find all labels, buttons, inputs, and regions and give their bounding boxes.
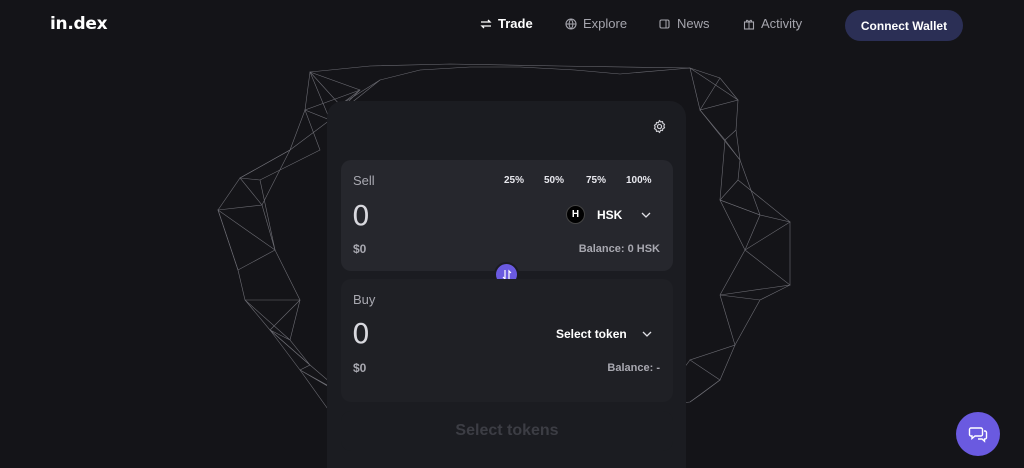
nav-activity[interactable]: Activity <box>743 16 802 31</box>
buy-usd-value: $0 <box>353 361 367 375</box>
globe-icon <box>565 17 577 30</box>
nav-news[interactable]: News <box>659 16 710 31</box>
chat-bubbles-icon <box>968 427 988 443</box>
percent-25-button[interactable]: 25% <box>504 175 524 186</box>
sell-amount-input[interactable] <box>352 199 472 232</box>
connect-wallet-button[interactable]: Connect Wallet <box>845 10 963 41</box>
nav-trade-label: Trade <box>498 16 533 31</box>
sell-usd-value: $0 <box>353 242 367 256</box>
nav-trade[interactable]: Trade <box>480 16 533 31</box>
gift-icon <box>743 19 755 30</box>
buy-amount-input[interactable] <box>352 317 472 350</box>
chevron-down-icon <box>642 331 652 337</box>
percent-50-button[interactable]: 50% <box>544 175 564 186</box>
top-navbar: in.dex Trade Explore News Activity Conne… <box>0 0 1024 50</box>
sell-token-selector[interactable]: H HSK <box>566 205 652 224</box>
nav-explore[interactable]: Explore <box>565 16 627 31</box>
hsk-token-icon: H <box>566 205 585 224</box>
sell-balance: Balance: 0 HSK <box>578 243 660 255</box>
percent-75-button[interactable]: 75% <box>586 175 606 186</box>
buy-token-selector[interactable]: Select token <box>556 327 653 341</box>
buy-label: Buy <box>353 292 376 307</box>
chevron-down-icon <box>641 212 651 218</box>
sell-label: Sell <box>353 173 375 188</box>
nav-news-label: News <box>677 16 710 31</box>
nav-explore-label: Explore <box>583 16 628 31</box>
swap-arrows-icon <box>480 19 492 28</box>
select-token-label: Select token <box>556 327 627 341</box>
brand-logo[interactable]: in.dex <box>50 14 108 34</box>
news-icon <box>659 18 670 29</box>
select-tokens-button[interactable]: Select tokens <box>341 411 673 451</box>
chat-support-button[interactable] <box>956 412 1000 456</box>
sell-token-symbol: HSK <box>597 207 623 222</box>
buy-balance: Balance: - <box>607 362 660 374</box>
percent-100-button[interactable]: 100% <box>626 175 652 186</box>
settings-gear-icon[interactable] <box>652 119 667 134</box>
nav-activity-label: Activity <box>761 16 803 31</box>
